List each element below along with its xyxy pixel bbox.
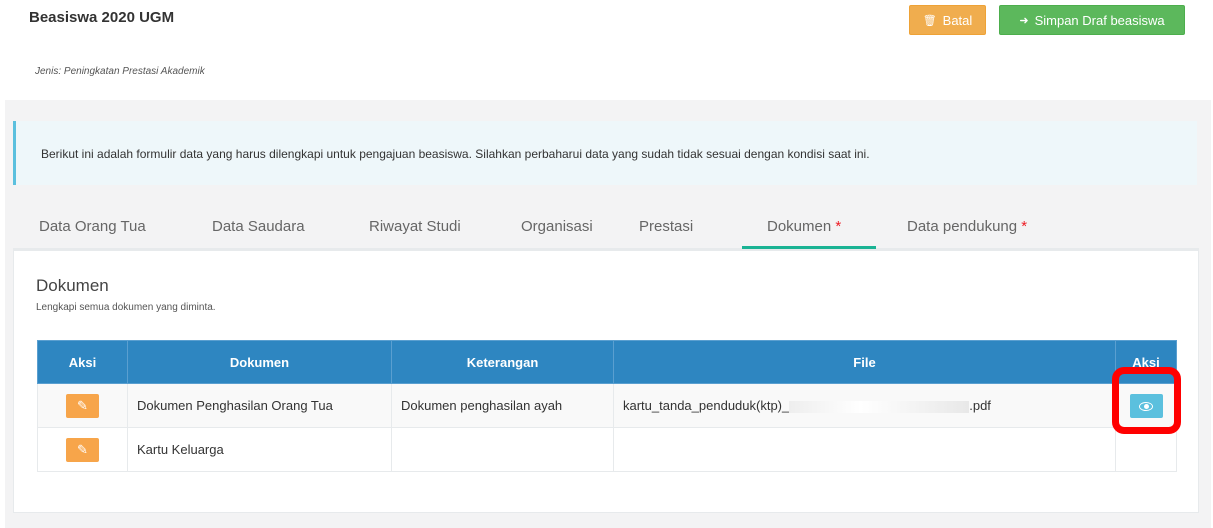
redacted-filename [789, 400, 970, 413]
save-draft-button[interactable]: ➜ Simpan Draf beasiswa [999, 5, 1185, 35]
edit-icon[interactable]: ✎ [66, 393, 99, 418]
cell-file[interactable]: kartu_tanda_penduduk(ktp)_ .pdf [613, 383, 1116, 428]
info-alert: Berikut ini adalah formulir data yang ha… [13, 121, 1197, 185]
highlight-box [1112, 367, 1181, 434]
row-view-cell [1115, 427, 1177, 472]
cancel-button[interactable]: 🗑 Batal [909, 5, 986, 35]
cell-file [613, 427, 1116, 472]
active-tab-indicator [742, 246, 876, 249]
tab-label: Data pendukung [907, 218, 1018, 235]
section-title: Dokumen [36, 276, 109, 295]
row-action-cell: ✎ [37, 383, 128, 428]
cell-dokumen: Kartu Keluarga [127, 427, 392, 472]
required-marker: * [835, 218, 842, 235]
edit-icon[interactable]: ✎ [66, 437, 99, 462]
tab-bar: Data Orang Tua Data Saudara Riwayat Stud… [13, 208, 1199, 250]
tab-organisasi[interactable]: Organisasi [521, 218, 593, 235]
tab-label: Organisasi [521, 218, 593, 235]
cancel-button-label: Batal [942, 12, 973, 28]
file-name-prefix: kartu_tanda_penduduk(ktp)_ [623, 398, 790, 413]
required-marker: * [1021, 218, 1028, 235]
save-draft-button-label: Simpan Draf beasiswa [1034, 12, 1165, 28]
arrow-right-icon: ➜ [1019, 14, 1029, 27]
section-subtitle: Lengkapi semua dokumen yang diminta. [36, 302, 216, 313]
column-header-file: File [613, 340, 1116, 384]
tab-label: Riwayat Studi [369, 218, 461, 235]
tab-prestasi[interactable]: Prestasi [639, 218, 693, 235]
tab-label: Prestasi [639, 218, 694, 235]
trash-icon: 🗑 [922, 14, 937, 27]
tab-label: Data Saudara [212, 218, 305, 235]
tab-data-pendukung[interactable]: Data pendukung * [907, 218, 1027, 235]
file-name-suffix: .pdf [969, 398, 991, 413]
table-header-row: Aksi Dokumen Keterangan File Aksi [37, 340, 1177, 384]
documents-table: Aksi Dokumen Keterangan File Aksi ✎ Doku… [37, 340, 1177, 472]
page-title: Beasiswa 2020 UGM [29, 9, 175, 26]
cell-dokumen: Dokumen Penghasilan Orang Tua [127, 383, 392, 428]
table-row: ✎ Kartu Keluarga [37, 427, 1177, 472]
tab-data-saudara[interactable]: Data Saudara [212, 218, 305, 235]
table-row: ✎ Dokumen Penghasilan Orang Tua Dokumen … [37, 383, 1177, 428]
row-action-cell: ✎ [37, 427, 128, 472]
column-header-keterangan: Keterangan [391, 340, 614, 384]
column-header-dokumen: Dokumen [127, 340, 392, 384]
tab-label: Dokumen [767, 218, 832, 235]
scholarship-type: Jenis: Peningkatan Prestasi Akademik [35, 66, 205, 77]
tab-dokumen[interactable]: Dokumen * [767, 218, 841, 235]
cell-keterangan: Dokumen penghasilan ayah [391, 383, 614, 428]
tab-data-orang-tua[interactable]: Data Orang Tua [39, 218, 146, 235]
cell-keterangan [391, 427, 614, 472]
info-alert-text: Berikut ini adalah formulir data yang ha… [41, 147, 870, 161]
column-header-aksi: Aksi [37, 340, 128, 384]
tab-riwayat-studi[interactable]: Riwayat Studi [369, 218, 461, 235]
tab-label: Data Orang Tua [39, 218, 146, 235]
